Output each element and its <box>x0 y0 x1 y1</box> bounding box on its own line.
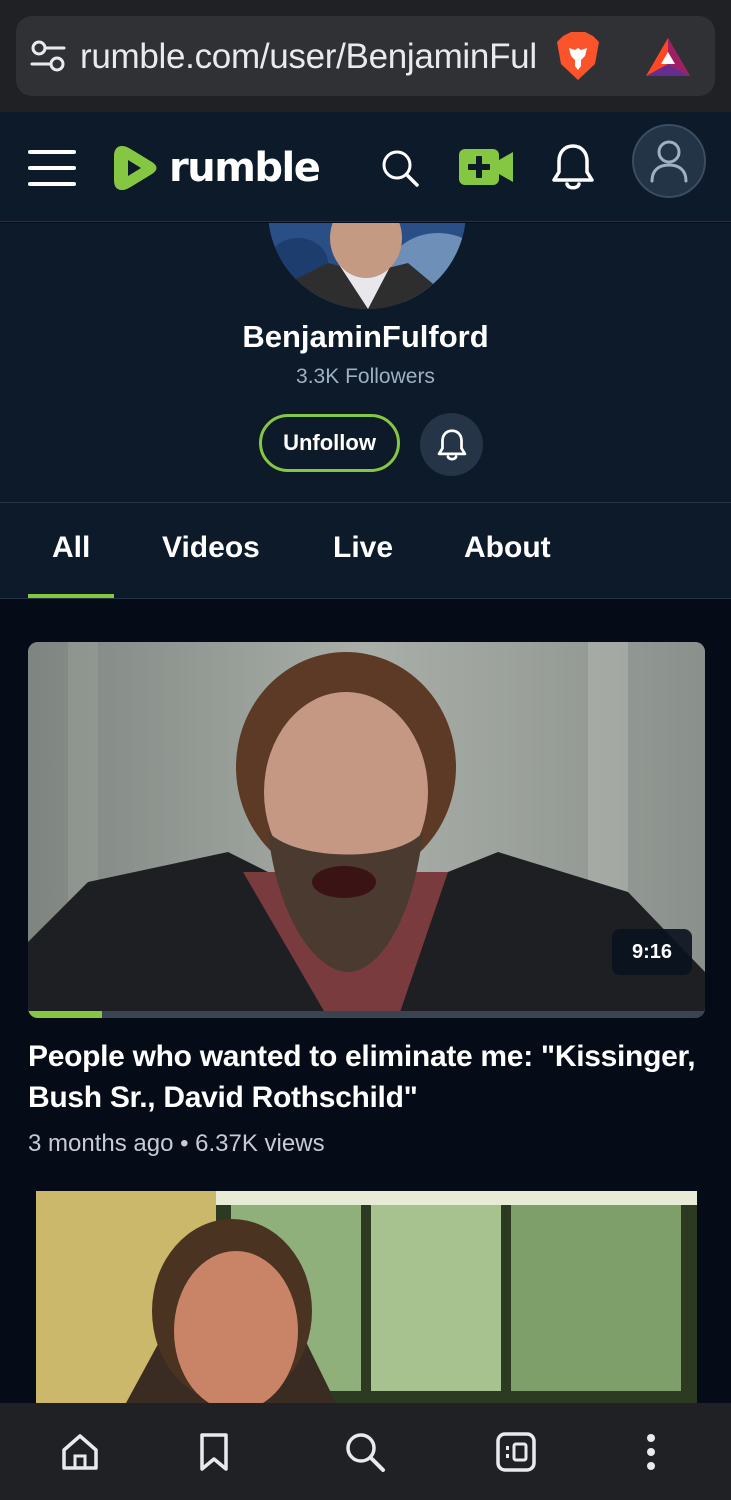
tabs-icon <box>496 1432 536 1472</box>
browser-bottom-nav <box>0 1403 731 1500</box>
home-icon <box>62 1434 98 1470</box>
bell-icon <box>437 428 466 460</box>
tab-about[interactable]: About <box>464 531 551 565</box>
tab-videos[interactable]: Videos <box>162 531 260 565</box>
follower-count: 3.3K Followers <box>296 365 435 388</box>
search-icon <box>346 1433 385 1472</box>
home-button[interactable] <box>58 1429 102 1475</box>
watch-progress-fill <box>28 1011 103 1018</box>
notifications-icon[interactable] <box>551 142 595 192</box>
bookmark-icon <box>200 1433 228 1471</box>
video-meta: 3 months ago • 6.37K views <box>28 1130 325 1157</box>
channel-avatar[interactable] <box>268 223 466 309</box>
watch-progress-bar <box>28 1011 705 1018</box>
bat-rewards-icon[interactable] <box>644 36 692 78</box>
account-button[interactable] <box>632 124 706 198</box>
brave-lion-icon[interactable] <box>555 30 601 82</box>
bookmark-button[interactable] <box>192 1429 236 1475</box>
video-title[interactable]: People who wanted to eliminate me: "Kiss… <box>28 1036 708 1118</box>
tab-live[interactable]: Live <box>333 531 393 565</box>
thumbnail-image <box>28 642 705 1018</box>
site-header: rumble <box>0 112 731 222</box>
more-icon <box>647 1434 655 1470</box>
rumble-play-icon <box>114 146 157 190</box>
account-icon <box>650 140 688 183</box>
active-tab-indicator <box>28 594 114 598</box>
tabs-button[interactable] <box>494 1429 538 1475</box>
thumbnail-image <box>36 1191 697 1403</box>
upload-video-icon[interactable] <box>458 148 514 186</box>
channel-tabs: All Videos Live About <box>0 503 731 599</box>
menu-icon[interactable] <box>26 148 78 188</box>
rumble-logo[interactable]: rumble <box>112 140 321 196</box>
search-button[interactable] <box>343 1429 387 1475</box>
tune-icon[interactable] <box>30 39 66 73</box>
video-duration: 9:16 <box>612 929 692 975</box>
search-icon[interactable] <box>380 148 420 188</box>
unfollow-button[interactable]: Unfollow <box>259 414 400 472</box>
more-button[interactable] <box>629 1429 673 1475</box>
tab-all[interactable]: All <box>52 531 90 565</box>
channel-notify-button[interactable] <box>420 413 483 476</box>
video-thumbnail[interactable] <box>36 1191 697 1403</box>
logo-text: rumble <box>169 145 321 191</box>
channel-header: BenjaminFulford 3.3K Followers Unfollow <box>0 223 731 503</box>
video-thumbnail[interactable]: 9:16 <box>28 642 705 1018</box>
browser-toolbar: rumble.com/user/BenjaminFulford <box>0 0 731 112</box>
url-text[interactable]: rumble.com/user/BenjaminFulford <box>80 36 536 78</box>
channel-name: BenjaminFulford <box>242 319 489 354</box>
